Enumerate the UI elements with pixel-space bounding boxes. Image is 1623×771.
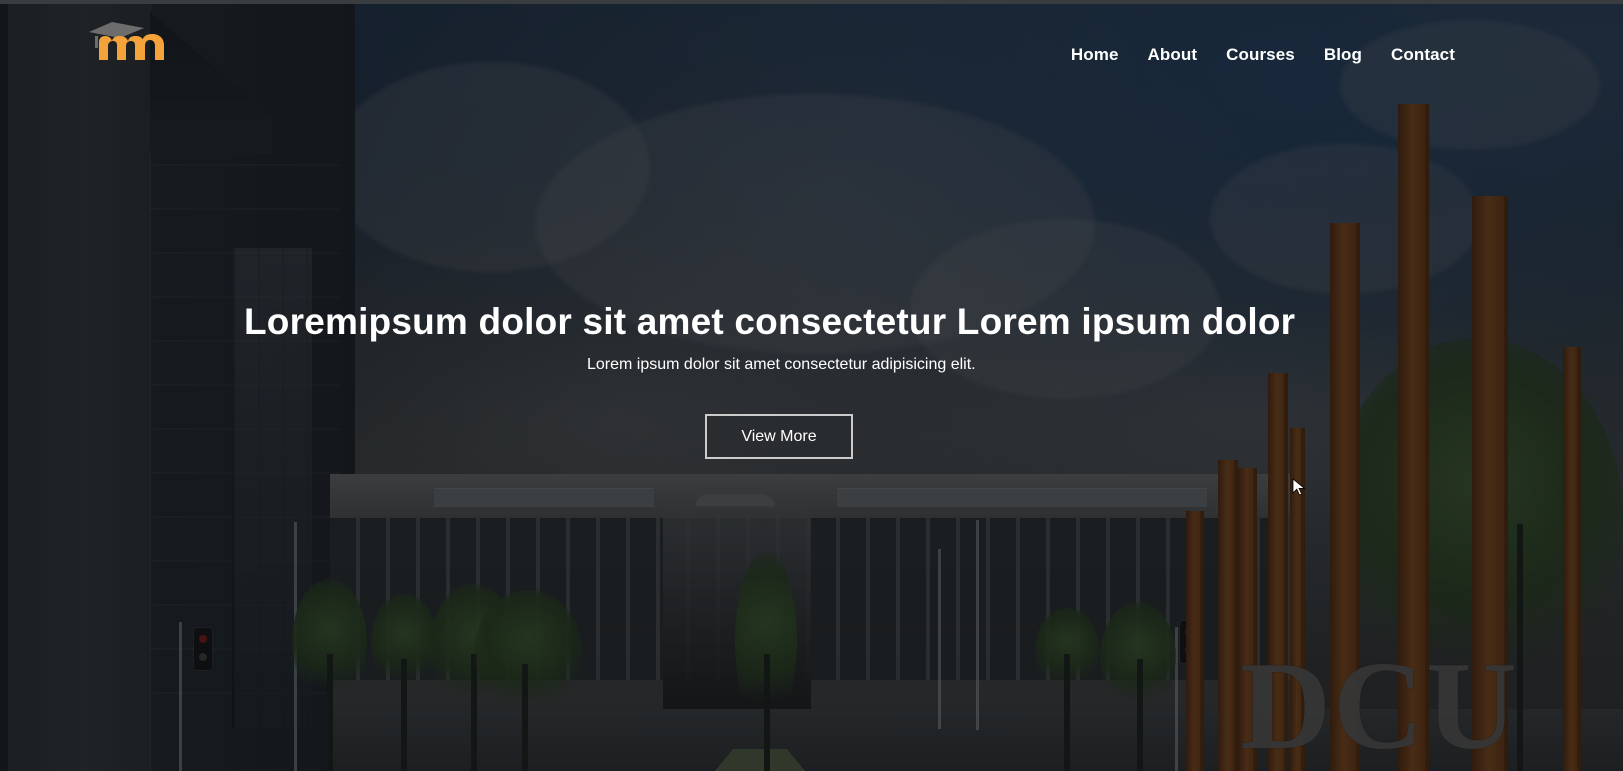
hero-section: Loremipsum dolor sit amet consectetur Lo… xyxy=(0,4,1623,771)
view-more-button[interactable]: View More xyxy=(705,414,853,459)
hero-title: Loremipsum dolor sit amet consectetur Lo… xyxy=(244,301,1296,342)
browser-viewport: DCU Home About Courses Blog Contact Lore… xyxy=(0,0,1623,771)
arrow-cursor-icon xyxy=(1292,478,1306,496)
hero-subtitle: Lorem ipsum dolor sit amet consectetur a… xyxy=(587,356,976,373)
